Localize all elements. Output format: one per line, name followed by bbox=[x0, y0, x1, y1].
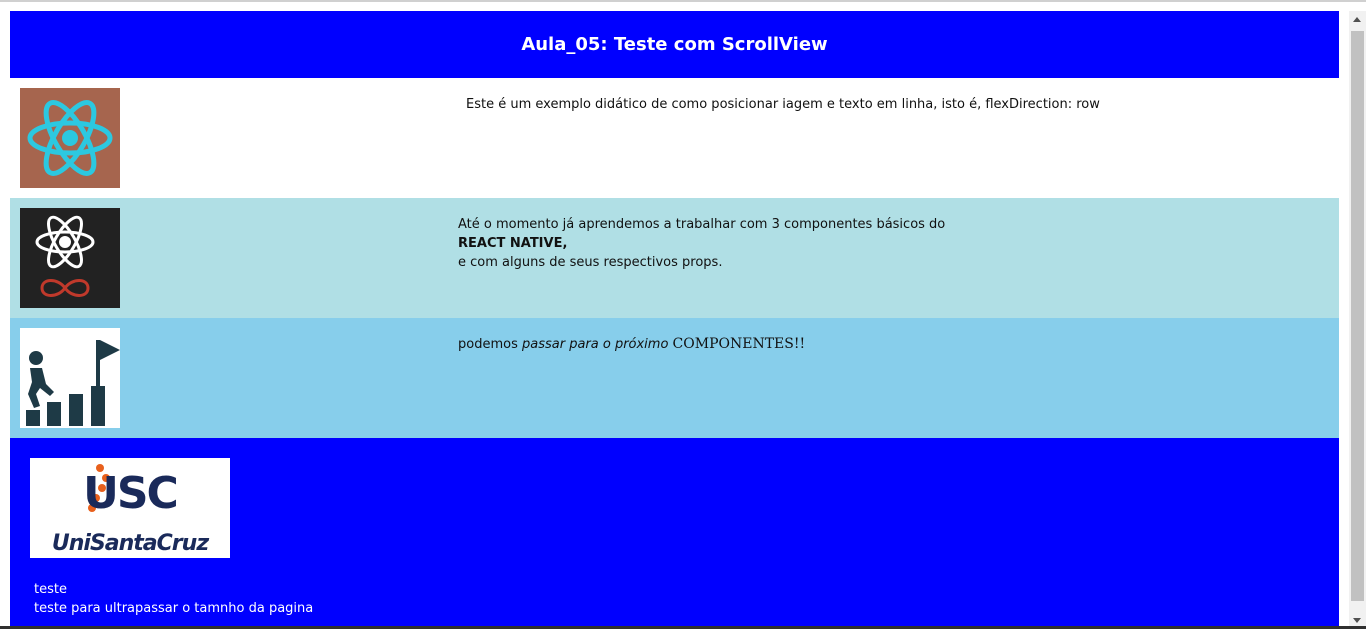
row-2-line-2: REACT NATIVE, bbox=[458, 236, 568, 251]
row-3-text: podemos passar para o próximo COMPONENTE… bbox=[458, 335, 805, 354]
page-header: Aula_05: Teste com ScrollView bbox=[10, 11, 1339, 78]
logo-mark-text: USC bbox=[83, 468, 177, 519]
react-logo-icon bbox=[20, 88, 120, 188]
row-2-text: Até o momento já aprendemos a trabalhar … bbox=[458, 215, 945, 272]
row-3-part-1: podemos bbox=[458, 337, 522, 352]
scroll-view[interactable]: Aula_05: Teste com ScrollView Este é um … bbox=[10, 11, 1339, 628]
content-row-2: Até o momento já aprendemos a trabalhar … bbox=[10, 198, 1339, 318]
footer-line-2: teste para ultrapassar o tamnho da pagin… bbox=[34, 601, 314, 616]
logo-word-text: UniSantaCruz bbox=[52, 531, 209, 556]
row-2-line-1: Até o momento já aprendemos a trabalhar … bbox=[458, 217, 946, 232]
vertical-scrollbar[interactable] bbox=[1349, 11, 1366, 629]
footer-text: teste teste para ultrapassar o tamnho da… bbox=[34, 580, 313, 618]
page-title: Aula_05: Teste com ScrollView bbox=[521, 34, 828, 55]
unisantacruz-logo: USC UniSantaCruz bbox=[30, 458, 230, 558]
row-3-part-2: passar para o próximo bbox=[521, 337, 673, 352]
footer-line-1: teste bbox=[34, 582, 67, 597]
content-row-1: Este é um exemplo didático de como posic… bbox=[10, 78, 1339, 198]
window-top-border bbox=[0, 0, 1366, 2]
scroll-up-arrow-icon[interactable] bbox=[1353, 17, 1361, 22]
content-row-3: podemos passar para o próximo COMPONENTE… bbox=[10, 318, 1339, 438]
react-native-logo-icon bbox=[20, 208, 120, 308]
row-2-line-3: e com alguns de seus respectivos props. bbox=[458, 255, 723, 270]
climbing-stairs-flag-icon bbox=[20, 328, 120, 428]
row-1-text: Este é um exemplo didático de como posic… bbox=[466, 97, 1100, 112]
scroll-down-arrow-icon[interactable] bbox=[1353, 618, 1361, 623]
row-3-part-3: COMPONENTES!! bbox=[672, 336, 806, 352]
footer: USC UniSantaCruz teste teste para ultrap… bbox=[10, 438, 1339, 628]
scrollbar-thumb[interactable] bbox=[1351, 31, 1364, 601]
